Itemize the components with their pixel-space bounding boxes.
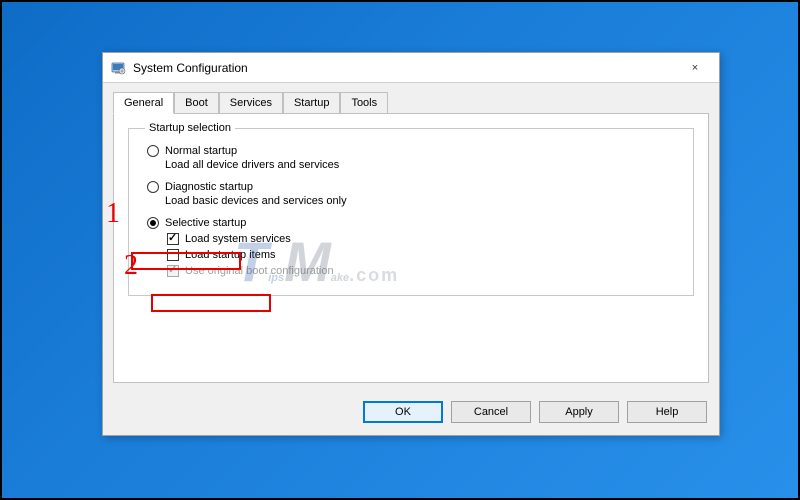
button-label: Cancel [474, 406, 508, 418]
help-button[interactable]: Help [627, 401, 707, 423]
annotation-highlight-1 [131, 252, 241, 270]
checkbox-load-startup-items[interactable]: Load startup items [167, 249, 681, 261]
radio-label: Selective startup [165, 217, 246, 229]
tab-tools[interactable]: Tools [340, 92, 388, 114]
tab-boot[interactable]: Boot [174, 92, 219, 114]
checkbox-label: Load system services [185, 233, 291, 245]
checkbox-load-system-services[interactable]: Load system services [167, 233, 681, 245]
radio-diagnostic-startup[interactable]: Diagnostic startup [147, 181, 681, 193]
cancel-button[interactable]: Cancel [451, 401, 531, 423]
tab-label: Boot [185, 97, 208, 109]
tab-label: Tools [351, 97, 377, 109]
startup-selection-group: Startup selection Normal startup Load al… [128, 128, 694, 296]
tab-content-general: Startup selection Normal startup Load al… [113, 113, 709, 383]
close-icon: × [692, 62, 698, 74]
button-label: Apply [565, 406, 593, 418]
radio-label: Diagnostic startup [165, 181, 253, 193]
tab-label: General [124, 97, 163, 109]
radio-diagnostic-description: Load basic devices and services only [165, 195, 681, 207]
ok-button[interactable]: OK [363, 401, 443, 423]
button-label: Help [656, 406, 679, 418]
radio-icon [147, 217, 159, 229]
tab-services[interactable]: Services [219, 92, 283, 114]
checkbox-use-original-boot: Use original boot configuration [167, 265, 681, 277]
tab-label: Startup [294, 97, 329, 109]
radio-label: Normal startup [165, 145, 237, 157]
tab-startup[interactable]: Startup [283, 92, 340, 114]
checkbox-icon [167, 233, 179, 245]
annotation-number-2: 2 [124, 250, 138, 282]
tab-label: Services [230, 97, 272, 109]
annotation-highlight-2 [151, 294, 271, 312]
radio-icon [147, 181, 159, 193]
msconfig-icon [111, 60, 127, 76]
radio-normal-startup[interactable]: Normal startup [147, 145, 681, 157]
radio-icon [147, 145, 159, 157]
tab-general[interactable]: General [113, 92, 174, 114]
system-configuration-dialog: System Configuration × General Boot Serv… [102, 52, 720, 436]
close-button[interactable]: × [675, 54, 715, 82]
button-bar: OK Cancel Apply Help [103, 393, 719, 435]
annotation-number-1: 1 [106, 198, 120, 230]
apply-button[interactable]: Apply [539, 401, 619, 423]
dialog-title: System Configuration [133, 61, 675, 75]
tab-strip: General Boot Services Startup Tools [103, 83, 719, 113]
radio-selective-startup[interactable]: Selective startup [147, 217, 681, 229]
group-legend: Startup selection [145, 122, 235, 134]
titlebar[interactable]: System Configuration × [103, 53, 719, 83]
radio-normal-description: Load all device drivers and services [165, 159, 681, 171]
button-label: OK [395, 406, 411, 418]
